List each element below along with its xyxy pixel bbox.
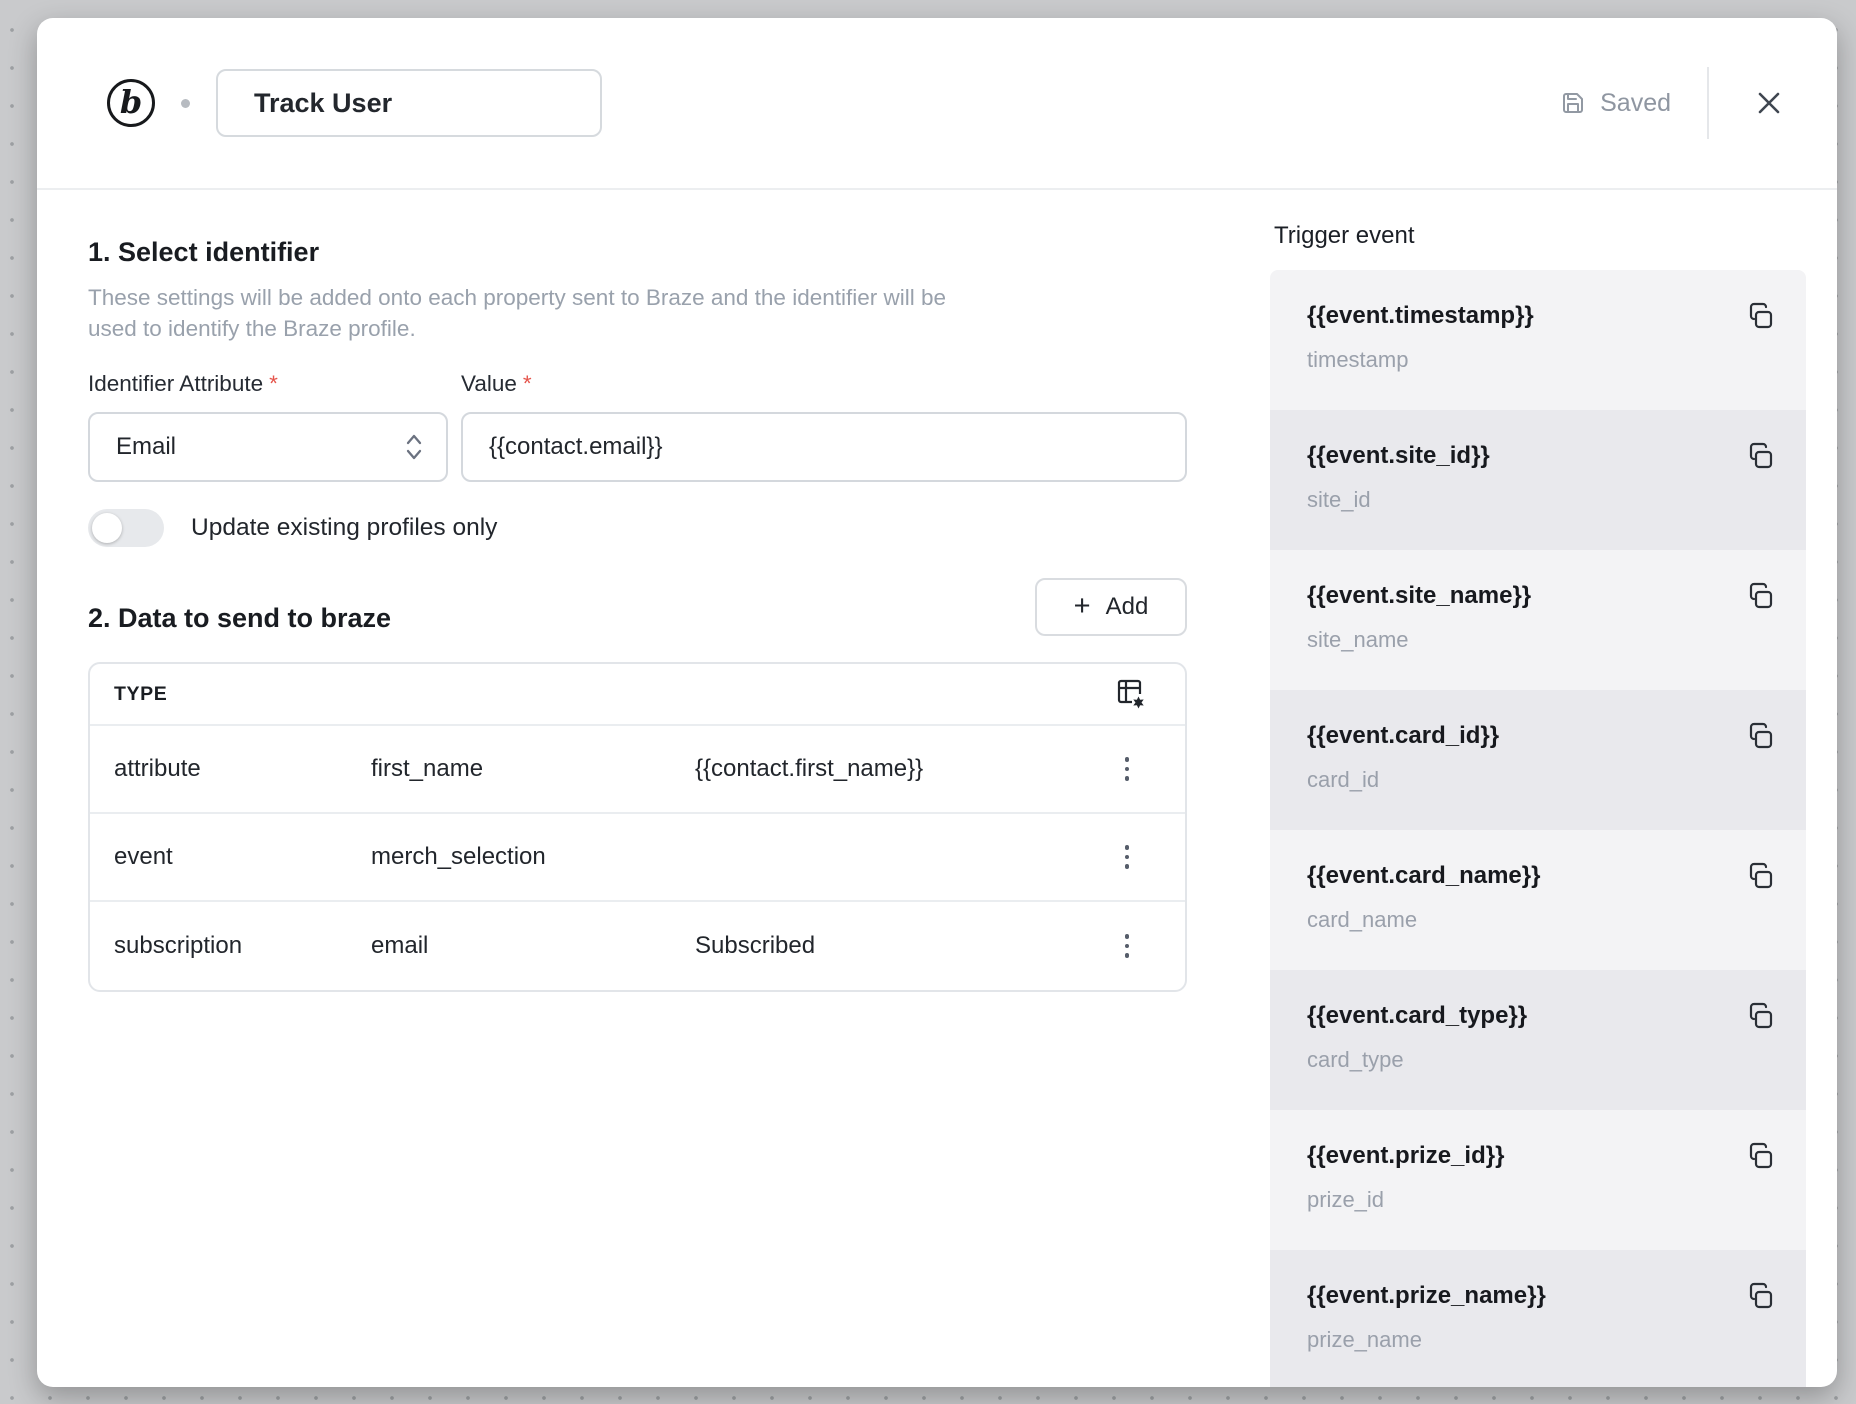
- table-settings-icon: [1115, 677, 1147, 711]
- braze-logo-icon: b: [107, 79, 155, 127]
- trigger-token: {{event.timestamp}}: [1307, 302, 1806, 330]
- row-type: event: [114, 843, 173, 871]
- plus-icon: +: [1074, 592, 1091, 621]
- type-column-header: TYPE: [114, 683, 1115, 706]
- copy-icon: [1745, 581, 1777, 613]
- row-name: first_name: [371, 755, 483, 783]
- save-icon: [1561, 91, 1585, 115]
- copy-button[interactable]: [1745, 1001, 1777, 1033]
- trigger-field-name: card_id: [1307, 767, 1806, 793]
- trigger-event-item: {{event.site_id}} site_id: [1270, 410, 1806, 550]
- update-existing-profiles-toggle[interactable]: [88, 509, 164, 547]
- trigger-event-panel: {{event.timestamp}} timestamp {{event.si…: [1270, 270, 1806, 1387]
- copy-button[interactable]: [1745, 1141, 1777, 1173]
- row-name: email: [371, 932, 428, 960]
- trigger-token: {{event.prize_name}}: [1307, 1282, 1806, 1310]
- row-menu-button[interactable]: [1110, 924, 1144, 968]
- copy-icon: [1745, 1001, 1777, 1033]
- row-menu-button[interactable]: [1110, 747, 1144, 791]
- braze-logo-letter: b: [120, 86, 142, 118]
- trigger-field-name: prize_id: [1307, 1187, 1806, 1213]
- copy-icon: [1745, 1141, 1777, 1173]
- row-name: merch_selection: [371, 843, 546, 871]
- trigger-event-heading: Trigger event: [1274, 222, 1415, 250]
- header-divider: [1707, 67, 1709, 139]
- trigger-field-name: prize_name: [1307, 1327, 1806, 1353]
- identifier-attribute-selected: Email: [116, 433, 404, 461]
- trigger-token: {{event.site_name}}: [1307, 582, 1806, 610]
- add-button[interactable]: + Add: [1035, 578, 1187, 636]
- required-asterisk: *: [523, 371, 532, 396]
- copy-button[interactable]: [1745, 441, 1777, 473]
- copy-icon: [1745, 441, 1777, 473]
- settings-column: 1. Select identifier These settings will…: [88, 190, 1224, 992]
- toggle-knob: [92, 513, 122, 543]
- trigger-token: {{event.card_type}}: [1307, 1002, 1806, 1030]
- trigger-event-item: {{event.site_name}} site_name: [1270, 550, 1806, 690]
- row-menu-button[interactable]: [1110, 835, 1144, 879]
- row-type: subscription: [114, 932, 242, 960]
- required-asterisk: *: [269, 371, 278, 396]
- copy-button[interactable]: [1745, 721, 1777, 753]
- row-type: attribute: [114, 755, 201, 783]
- trigger-event-item: {{event.timestamp}} timestamp: [1270, 270, 1806, 410]
- close-button[interactable]: [1745, 79, 1793, 127]
- trigger-token: {{event.card_name}}: [1307, 862, 1806, 890]
- table-row: subscription email Subscribed: [90, 902, 1185, 990]
- trigger-event-item: {{event.card_type}} card_type: [1270, 970, 1806, 1110]
- data-to-send-table: TYPE attribute: [88, 662, 1187, 992]
- trigger-field-name: site_id: [1307, 487, 1806, 513]
- section1-description: These settings will be added onto each p…: [88, 282, 998, 344]
- modal-header: b Saved: [37, 18, 1837, 190]
- copy-button[interactable]: [1745, 301, 1777, 333]
- track-user-modal: b Saved 1. Select identifi: [37, 18, 1837, 1387]
- status-dot: [181, 99, 190, 108]
- row-value: {{contact.first_name}}: [695, 755, 923, 783]
- section2-heading: 2. Data to send to braze: [88, 603, 391, 634]
- table-row: event merch_selection: [90, 814, 1185, 902]
- trigger-event-item: {{event.card_name}} card_name: [1270, 830, 1806, 970]
- trigger-token: {{event.prize_id}}: [1307, 1142, 1806, 1170]
- row-value: Subscribed: [695, 932, 815, 960]
- value-label: Value*: [461, 371, 532, 397]
- copy-icon: [1745, 861, 1777, 893]
- add-button-label: Add: [1106, 593, 1149, 621]
- save-status-label: Saved: [1600, 89, 1671, 118]
- close-icon: [1753, 87, 1785, 119]
- trigger-event-item: {{event.card_id}} card_id: [1270, 690, 1806, 830]
- copy-icon: [1745, 301, 1777, 333]
- trigger-field-name: card_name: [1307, 907, 1806, 933]
- trigger-field-name: site_name: [1307, 627, 1806, 653]
- trigger-field-name: card_type: [1307, 1047, 1806, 1073]
- table-settings-button[interactable]: [1115, 677, 1147, 711]
- trigger-token: {{event.card_id}}: [1307, 722, 1806, 750]
- toggle-label: Update existing profiles only: [191, 514, 497, 542]
- copy-button[interactable]: [1745, 861, 1777, 893]
- value-input[interactable]: [461, 412, 1187, 482]
- identifier-attribute-select[interactable]: Email: [88, 412, 448, 482]
- trigger-event-item: {{event.prize_id}} prize_id: [1270, 1110, 1806, 1250]
- copy-icon: [1745, 1281, 1777, 1313]
- table-header-row: TYPE: [90, 664, 1185, 726]
- chevron-up-down-icon: [404, 432, 424, 462]
- copy-button[interactable]: [1745, 581, 1777, 613]
- table-row: attribute first_name {{contact.first_nam…: [90, 726, 1185, 814]
- identifier-attribute-label: Identifier Attribute*: [88, 371, 278, 397]
- copy-icon: [1745, 721, 1777, 753]
- section1-heading: 1. Select identifier: [88, 237, 1224, 268]
- save-status: Saved: [1561, 89, 1671, 118]
- trigger-field-name: timestamp: [1307, 347, 1806, 373]
- trigger-event-item: {{event.prize_name}} prize_name: [1270, 1250, 1806, 1387]
- action-title-input[interactable]: [216, 69, 602, 137]
- trigger-token: {{event.site_id}}: [1307, 442, 1806, 470]
- copy-button[interactable]: [1745, 1281, 1777, 1313]
